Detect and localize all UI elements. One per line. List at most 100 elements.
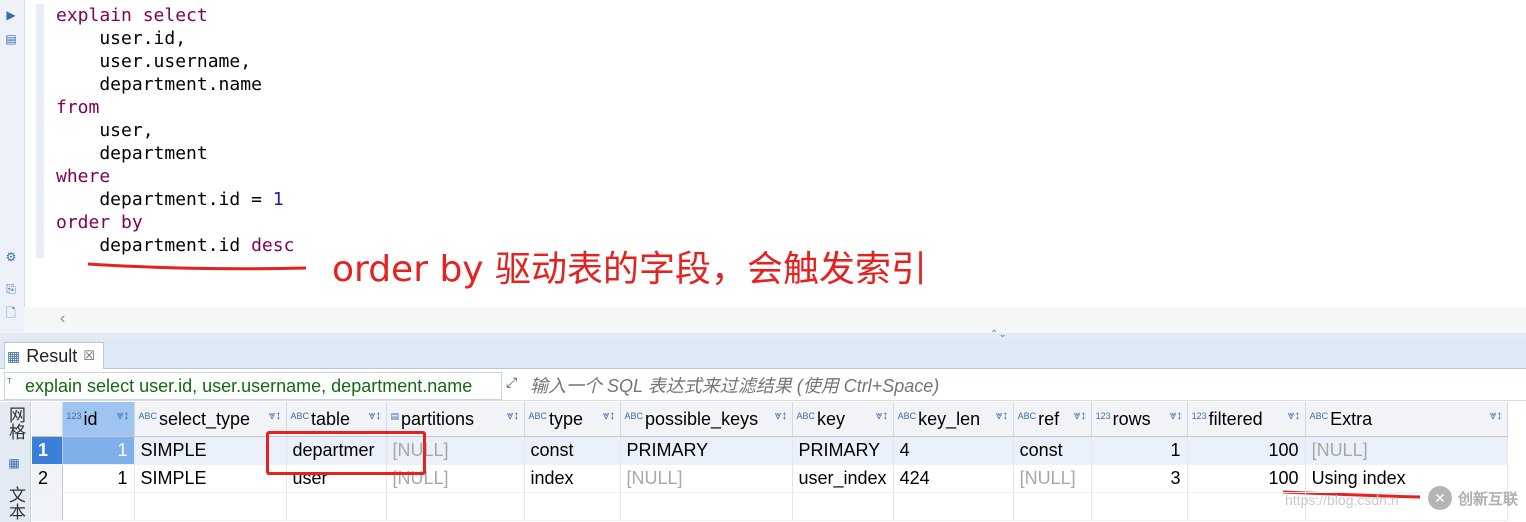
table-cell-filtered[interactable]: 100 [1187,436,1306,465]
table-cell-ref[interactable]: const [1013,436,1092,465]
column-header-type[interactable]: ABC type ⩔↕ [524,402,621,437]
filter-input[interactable] [528,372,1522,400]
column-header-key[interactable]: ABC key ⩔↕ [792,402,894,437]
column-header-possible-keys[interactable]: ABC possible_keys ⩔↕ [620,402,793,437]
scroll-left-icon[interactable]: ‹ [60,310,65,328]
code-line: explain select [56,4,294,27]
table-cell-filtered[interactable]: 100 [1187,464,1306,493]
text-type-icon: ABC [528,410,548,421]
column-header-filtered[interactable]: 123 filtered ⩔↕ [1187,402,1306,437]
numeric-type-icon: 123 [1191,410,1207,421]
filter-sort-icon[interactable]: ⩔↕ [876,408,889,423]
column-header-key-len[interactable]: ABC key_len ⩔↕ [893,402,1014,437]
row-number[interactable]: 1 [32,436,63,465]
splitter-grip-icon[interactable]: ⌃⌄ [990,329,1007,340]
file-icon[interactable]: 🗋 [4,306,18,320]
filter-sort-icon[interactable]: ⩔↕ [1288,408,1301,423]
code-line: user.id, [56,27,294,50]
sql-text: department [56,143,208,164]
filter-sort-icon[interactable]: ⩔↕ [996,408,1009,423]
column-header-select-type[interactable]: ABC select_type ⩔↕ [134,402,287,437]
filter-sort-icon[interactable]: ⩔↕ [507,408,520,423]
filter-sort-icon[interactable]: ⩔↕ [117,408,130,423]
table-cell-key[interactable]: PRIMARY [792,436,894,465]
table-row[interactable]: 1 1 SIMPLE departmer [NULL] const PRIMARY PRIMA… [32,436,1508,465]
tab-grid-view[interactable]: 网格 [3,406,27,440]
code-line: department.id = 1 [56,188,294,211]
table-row[interactable]: 2 1 SIMPLE user [NULL] index [NULL] user_index 4… [32,464,1508,493]
table-cell-ref[interactable]: [NULL] [1013,464,1092,493]
table-cell-select-type[interactable]: SIMPLE [134,436,287,465]
row-number-header[interactable] [32,402,63,437]
panel-splitter[interactable]: ⌃⌄ [0,329,1526,341]
column-header-Extra[interactable]: ABC Extra ⩔↕ [1305,402,1508,437]
export-icon[interactable]: ⎘ [4,282,18,296]
table-icon: ▦ [8,456,20,470]
table-cell-rows[interactable]: 1 [1091,436,1188,465]
column-header-ref[interactable]: ABC ref ⩔↕ [1013,402,1092,437]
column-header-id[interactable]: 123 id ⩔↕ [62,402,135,437]
filter-sort-icon[interactable]: ⩔↕ [1074,408,1087,423]
sql-editor[interactable]: explain select user.id, user.username, d… [56,4,294,257]
editor-ruler [36,4,44,258]
view-switcher: 网格 ▦ 文本 [0,402,31,522]
result-tabbar: ▦ Result ☒ [0,341,1526,369]
text-type-icon: ABC [1017,410,1037,421]
execute-icon[interactable]: ▶ [4,8,18,22]
table-cell-id[interactable]: 1 [62,436,135,465]
column-label: ref [1038,408,1060,429]
table-cell-type[interactable]: index [524,464,621,493]
column-label: filtered [1208,408,1263,429]
empty-cell [134,492,287,521]
filter-sort-icon[interactable]: ⩔↕ [269,408,282,423]
watermark-logo: ✕ 创新互联 [1428,486,1518,510]
filter-sort-icon[interactable]: ⩔↕ [1490,408,1503,423]
tab-text-view[interactable]: 文本 [3,486,27,520]
text-type-icon: ABC [290,410,310,421]
table-cell-possible-keys[interactable]: PRIMARY [620,436,793,465]
table-cell-id[interactable]: 1 [62,464,135,493]
empty-cell [524,492,621,521]
table-cell-type[interactable]: const [524,436,621,465]
column-label: rows [1112,408,1151,429]
row-number[interactable]: 2 [32,464,63,493]
sql-keyword: desc [251,235,295,256]
underline-order-by [87,262,307,271]
table-cell-key-len[interactable]: 4 [893,436,1014,465]
code-line: user.username, [56,50,294,73]
table-cell-rows[interactable]: 3 [1091,464,1188,493]
tab-result[interactable]: ▦ Result ☒ [4,342,104,369]
table-cell-possible-keys[interactable]: [NULL] [620,464,793,493]
text-type-icon: ABC [624,410,644,421]
empty-cell [893,492,1014,521]
code-line: from [56,96,294,119]
filter-sort-icon[interactable]: ⩔↕ [603,408,616,423]
sql-text: department.name [56,74,262,95]
sql-text: department.id = [56,189,273,210]
column-header-rows[interactable]: 123 rows ⩔↕ [1091,402,1188,437]
highlight-box-table [266,431,426,475]
table-cell-key[interactable]: user_index [792,464,894,493]
sql-keyword: from [56,97,100,118]
gear-icon[interactable]: ⚙ [4,250,18,264]
query-text-box[interactable]: ᵀ explain select user.id, user.username,… [4,372,502,400]
expand-icon[interactable]: ⤢ [506,374,517,391]
annotation-text: order by 驱动表的字段，会触发索引 [332,249,928,290]
close-icon[interactable]: ☒ [83,343,95,369]
filter-sort-icon[interactable]: ⩔↕ [775,408,788,423]
editor-horizontal-scrollbar[interactable]: ‹ [24,307,1526,333]
filter-bar: ᵀ explain select user.id, user.username,… [0,370,1526,401]
query-text: explain select user.id, user.username, d… [25,376,473,396]
sql-text: user.username, [56,51,252,72]
script-icon[interactable]: ▤ [4,32,18,46]
table-cell-Extra[interactable]: [NULL] [1305,436,1508,465]
text-type-icon: ABC [796,410,816,421]
table-cell-select-type[interactable]: SIMPLE [134,464,287,493]
empty-cell [792,492,894,521]
column-label: table [311,408,351,429]
numeric-type-icon: 123 [1095,410,1111,421]
code-line: department.id desc [56,234,294,257]
filter-sort-icon[interactable]: ⩔↕ [369,408,382,423]
table-cell-key-len[interactable]: 424 [893,464,1014,493]
filter-sort-icon[interactable]: ⩔↕ [1170,408,1183,423]
